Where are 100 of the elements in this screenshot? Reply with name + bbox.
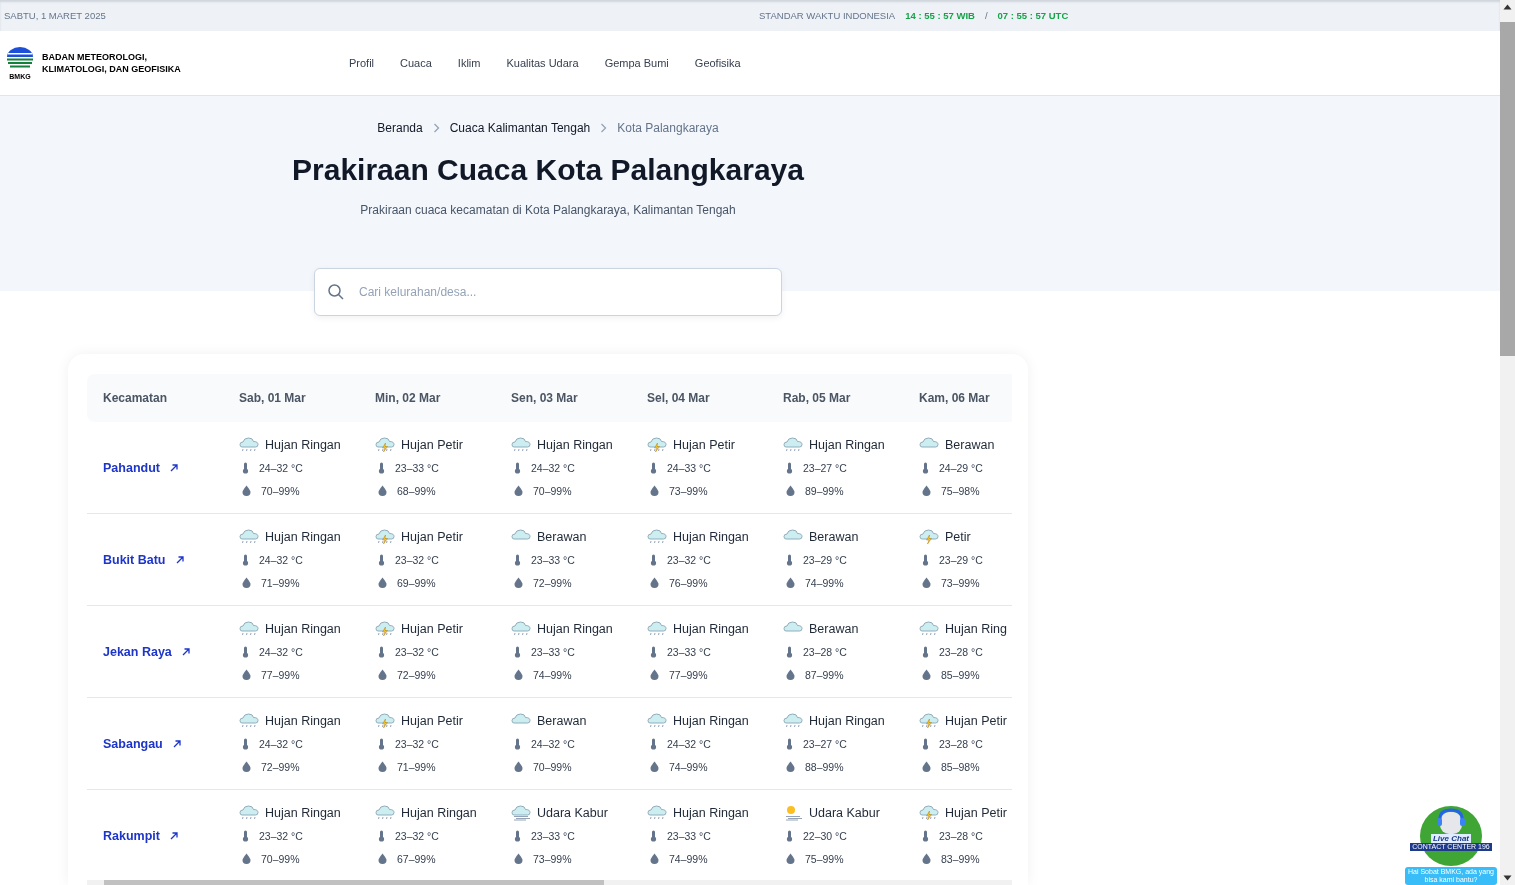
- temperature-range: 23–33 °C: [395, 461, 439, 474]
- nav-link[interactable]: Geofisika: [694, 57, 741, 69]
- humidity-drop-icon: [786, 853, 795, 864]
- vertical-scrollbar-thumb[interactable]: [1500, 22, 1515, 356]
- temperature-range: 23–32 °C: [395, 553, 439, 566]
- column-header: Sel, 04 Mar: [646, 391, 711, 405]
- humidity-drop-icon: [922, 577, 931, 588]
- weather-condition: Hujan Ringan: [401, 805, 477, 820]
- nav-link[interactable]: Kualitas Udara: [506, 57, 579, 69]
- nav-link[interactable]: Iklim: [457, 57, 481, 69]
- humidity-drop-icon: [922, 669, 931, 680]
- humidity-range: 72–99%: [533, 576, 572, 589]
- nav-link[interactable]: Gempa Bumi: [604, 57, 669, 69]
- humidity-range: 72–99%: [397, 668, 436, 681]
- humidity-range: 89–99%: [805, 484, 844, 497]
- external-link-icon[interactable]: [168, 462, 179, 473]
- weather-condition: Hujan Petir: [401, 437, 463, 452]
- weather-condition: Hujan Petir: [401, 621, 463, 636]
- external-link-icon[interactable]: [171, 738, 182, 749]
- weather-condition: Hujan Petir: [401, 713, 463, 728]
- district-link[interactable]: Jekan Raya: [103, 644, 172, 659]
- thermometer-icon: [922, 829, 929, 842]
- humidity-range: 76–99%: [669, 576, 708, 589]
- thermometer-icon: [514, 829, 521, 842]
- external-link-icon[interactable]: [168, 830, 179, 841]
- humidity-drop-icon: [786, 577, 795, 588]
- external-link-icon[interactable]: [180, 646, 191, 657]
- temperature-range: 23–28 °C: [939, 645, 983, 658]
- thermometer-icon: [378, 829, 385, 842]
- weather-condition: Hujan Ring: [945, 621, 1007, 636]
- district-link[interactable]: Bukit Batu: [103, 552, 166, 567]
- breadcrumb-link[interactable]: Kota Palangkaraya: [617, 121, 719, 135]
- humidity-range: 77–99%: [261, 668, 300, 681]
- breadcrumb-link[interactable]: Cuaca Kalimantan Tengah: [449, 121, 591, 135]
- temperature-range: 23–33 °C: [531, 645, 575, 658]
- humidity-drop-icon: [242, 669, 251, 680]
- district-link[interactable]: Pahandut: [103, 460, 160, 475]
- external-link-icon[interactable]: [174, 554, 185, 565]
- humidity-drop-icon: [242, 853, 251, 864]
- district-link[interactable]: Rakumpit: [103, 828, 160, 843]
- humidity-drop-icon: [786, 669, 795, 680]
- humidity-drop-icon: [514, 853, 523, 864]
- humidity-range: 68–99%: [397, 484, 436, 497]
- thermometer-icon: [514, 737, 521, 750]
- weather-condition: Hujan Ringan: [673, 621, 749, 636]
- agency-name[interactable]: BADAN METEOROLOGI, KLIMATOLOGI, DAN GEOFISIKA: [42, 51, 192, 75]
- temperature-range: 23–27 °C: [803, 461, 847, 474]
- nav-link[interactable]: Cuaca: [400, 57, 432, 69]
- thermometer-icon: [786, 645, 793, 658]
- temperature-range: 23–32 °C: [667, 553, 711, 566]
- humidity-range: 85–98%: [941, 760, 980, 773]
- temperature-range: 24–32 °C: [259, 461, 303, 474]
- humidity-drop-icon: [514, 485, 523, 496]
- humidity-range: 74–99%: [805, 576, 844, 589]
- scroll-up-icon[interactable]: [1503, 4, 1512, 10]
- thermometer-icon: [922, 737, 929, 750]
- temperature-range: 24–32 °C: [259, 737, 303, 750]
- nav-link[interactable]: Profil: [349, 57, 375, 69]
- search-field[interactable]: Cari kelurahan/desa...: [314, 268, 782, 316]
- time-separator: /: [984, 10, 988, 21]
- temperature-range: 24–32 °C: [259, 553, 303, 566]
- humidity-drop-icon: [378, 761, 387, 772]
- humidity-range: 73–99%: [533, 852, 572, 865]
- district-link[interactable]: Sabangau: [103, 736, 163, 751]
- temperature-range: 24–29 °C: [939, 461, 983, 474]
- weather-condition: Berawan: [945, 437, 995, 452]
- weather-condition: Berawan: [537, 713, 587, 728]
- humidity-range: 83–99%: [941, 852, 980, 865]
- thermometer-icon: [242, 461, 249, 474]
- humidity-drop-icon: [650, 577, 659, 588]
- local-time: 14 : 55 : 57 WIB: [905, 10, 975, 21]
- live-chat-title: Live Chat: [1431, 834, 1471, 843]
- humidity-drop-icon: [650, 761, 659, 772]
- thermometer-icon: [514, 645, 521, 658]
- temperature-range: 24–32 °C: [531, 461, 575, 474]
- humidity-range: 74–99%: [669, 760, 708, 773]
- humidity-drop-icon: [650, 853, 659, 864]
- humidity-range: 75–99%: [805, 852, 844, 865]
- humidity-drop-icon: [786, 485, 795, 496]
- temperature-range: 23–32 °C: [395, 829, 439, 842]
- thermometer-icon: [242, 737, 249, 750]
- scroll-down-icon[interactable]: [1503, 875, 1512, 881]
- humidity-drop-icon: [378, 485, 387, 496]
- horizontal-scrollbar-thumb[interactable]: [104, 880, 604, 885]
- weather-condition: Berawan: [537, 529, 587, 544]
- humidity-range: 74–99%: [533, 668, 572, 681]
- thermometer-icon: [514, 461, 521, 474]
- weather-condition: Hujan Petir: [673, 437, 735, 452]
- humidity-drop-icon: [514, 761, 523, 772]
- humidity-range: 85–99%: [941, 668, 980, 681]
- thermometer-icon: [786, 737, 793, 750]
- thermometer-icon: [242, 645, 249, 658]
- temperature-range: 24–32 °C: [667, 737, 711, 750]
- thermometer-icon: [650, 553, 657, 566]
- breadcrumb-link[interactable]: Beranda: [377, 121, 423, 135]
- time-zone-label: STANDAR WAKTU INDONESIA: [759, 10, 896, 21]
- temperature-range: 23–32 °C: [395, 645, 439, 658]
- thermometer-icon: [922, 645, 929, 658]
- weather-condition: Hujan Ringan: [673, 713, 749, 728]
- page-title: Prakiraan Cuaca Kota Palangkaraya: [291, 153, 805, 187]
